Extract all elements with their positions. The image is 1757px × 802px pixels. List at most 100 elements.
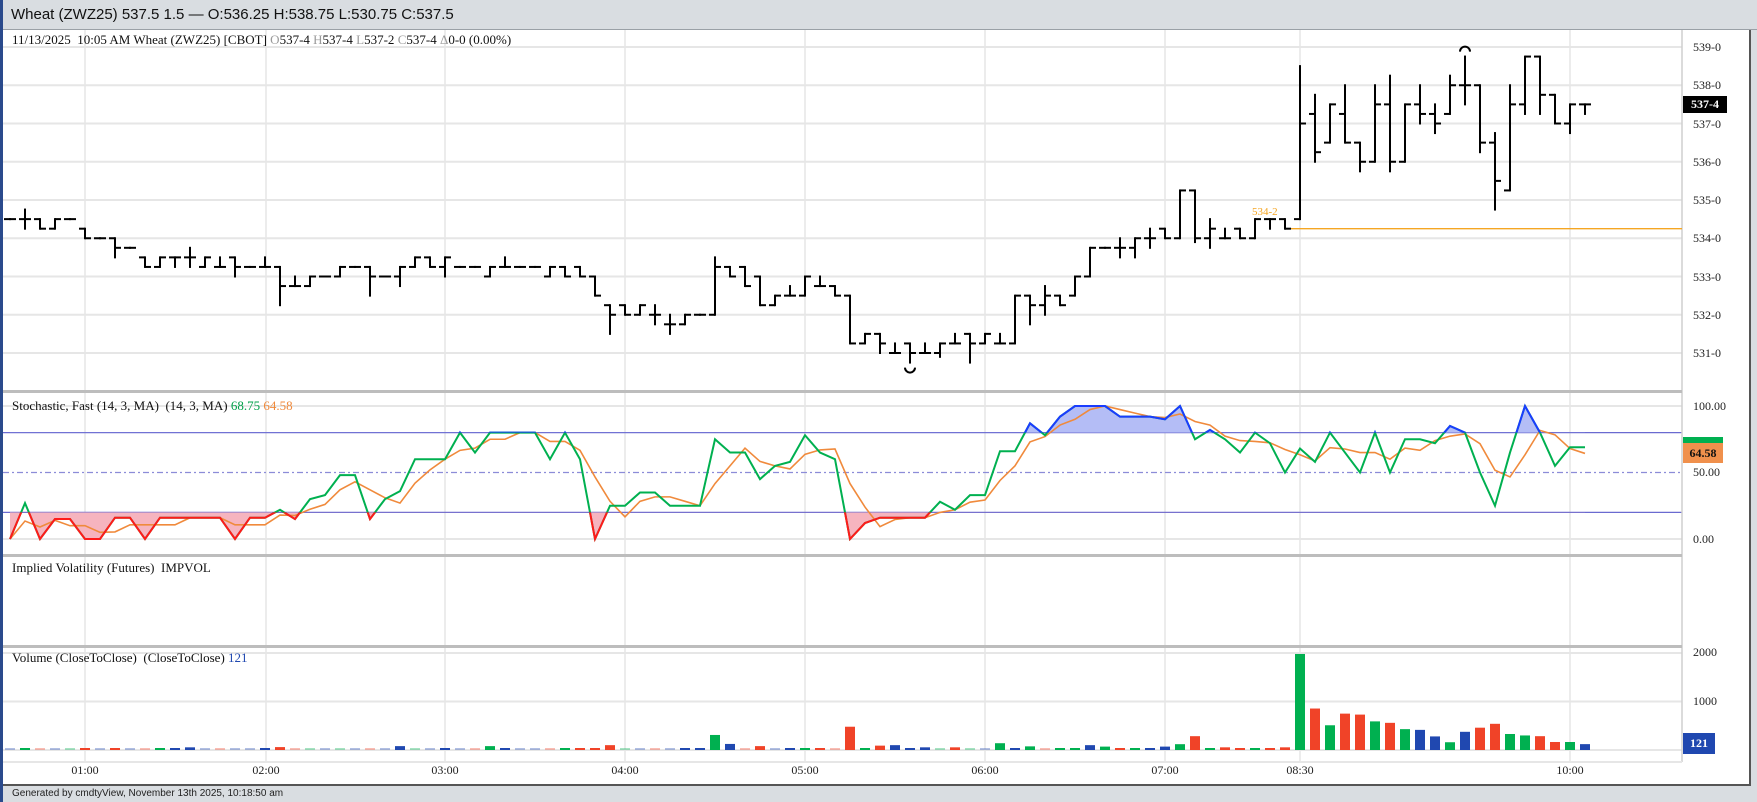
volume-value: 121 xyxy=(228,650,248,665)
volume-bar xyxy=(1475,727,1485,750)
grid-lines xyxy=(3,30,1682,762)
volume-bar xyxy=(830,748,840,750)
stochastic-legend: Stochastic, Fast (14, 3, MA) (14, 3, MA)… xyxy=(12,398,293,414)
status-bar: Generated by cmdtyView, November 13th 20… xyxy=(12,788,284,799)
ohlc-bar xyxy=(1309,93,1321,163)
volume-bar xyxy=(50,748,60,750)
volume-bar xyxy=(95,748,105,750)
ohlc-bar xyxy=(139,256,151,268)
time-axis-label: 04:00 xyxy=(611,763,639,777)
volume-bar xyxy=(1115,748,1125,750)
volume-bar xyxy=(5,748,15,750)
volume-bar xyxy=(605,745,615,750)
volume-bar xyxy=(470,748,480,750)
ohlc-bar xyxy=(1354,141,1366,173)
volume-bar xyxy=(560,748,570,750)
volume-bar xyxy=(920,747,930,750)
volume-bar xyxy=(230,748,240,750)
stoch-axis-0: 0.00 xyxy=(1693,532,1714,546)
time-axis-label: 01:00 xyxy=(71,763,99,777)
pane-separator xyxy=(3,645,1682,648)
stochastic-k-value: 68.75 xyxy=(230,398,261,413)
volume-bar xyxy=(635,748,645,750)
ohlc-bar xyxy=(844,294,856,345)
volume-bar xyxy=(1490,723,1500,750)
volume-axis-1000: 1000 xyxy=(1693,694,1717,708)
ohlc-bar xyxy=(109,237,121,259)
volume-bar xyxy=(1580,744,1590,750)
ohlc-bar xyxy=(1054,294,1066,307)
ohlc-bar xyxy=(1564,103,1576,135)
ohlc-bar xyxy=(1024,294,1036,326)
volume-legend: Volume (CloseToClose) (CloseToClose) 121 xyxy=(12,650,248,666)
ohlc-bar xyxy=(514,265,526,268)
ohlc-bar xyxy=(1399,103,1411,163)
ohlc-bar xyxy=(1174,189,1186,240)
ohlc-bar xyxy=(499,256,511,268)
ohlc-bar xyxy=(874,332,886,354)
volume-bar xyxy=(620,748,630,750)
price-axis-label: 537-0 xyxy=(1693,116,1721,131)
ohlc-bar xyxy=(49,218,61,230)
volume-bar xyxy=(1505,733,1515,750)
volume-bar xyxy=(1190,736,1200,750)
ohlc-bar xyxy=(529,265,541,268)
ohlc-bar xyxy=(274,265,286,307)
time-axis-label: 06:00 xyxy=(971,763,999,777)
volume-bar xyxy=(1250,748,1260,750)
price-legend: 11/13/2025 10:05 AM Wheat (ZWZ25) [CBOT]… xyxy=(12,32,511,48)
ohlc-bar xyxy=(829,285,841,297)
ohlc-bar xyxy=(439,256,451,278)
ohlc-bar xyxy=(34,218,46,230)
volume-bar xyxy=(1160,746,1170,750)
volume-bar xyxy=(215,748,225,750)
volume-bar xyxy=(20,748,30,750)
ohlc-bar xyxy=(949,332,961,345)
volume-bar xyxy=(1400,729,1410,750)
ohlc-bar xyxy=(454,265,466,268)
legend-time: 10:05 AM xyxy=(77,32,131,47)
price-axis-label: 534-0 xyxy=(1693,231,1721,246)
volume-bar xyxy=(800,748,810,750)
ohlc-bar xyxy=(409,256,421,268)
time-axis-label: 02:00 xyxy=(252,763,280,777)
volume-bar xyxy=(410,748,420,750)
volume-bar xyxy=(695,748,705,750)
stochastic-title: Stochastic, Fast (14, 3, MA) (14, 3, MA) xyxy=(12,398,228,413)
volume-bar xyxy=(350,748,360,750)
ohlc-bar xyxy=(1069,275,1081,297)
volume-bar xyxy=(440,748,450,750)
ohlc-bar xyxy=(319,275,331,278)
price-tag: 537-4 xyxy=(1683,96,1727,113)
ohlc-bar xyxy=(1204,218,1216,249)
ohlc-bar xyxy=(1084,246,1096,278)
ohlc-bar xyxy=(349,265,361,268)
volume-bar xyxy=(1550,741,1560,750)
volume-bar xyxy=(1340,713,1350,750)
volume-bar xyxy=(1025,746,1035,750)
volume-bar xyxy=(170,748,180,750)
legend-low-label: L xyxy=(356,32,365,47)
price-axis-label: 532-0 xyxy=(1693,307,1721,322)
ohlc-bar xyxy=(604,304,616,335)
volume-bar xyxy=(1535,736,1545,750)
price-axis-label: 536-0 xyxy=(1693,154,1721,169)
time-axis-label: 08:30 xyxy=(1286,763,1314,777)
ohlc-bar xyxy=(19,208,31,230)
ohlc-bar xyxy=(199,256,211,268)
ohlc-bar xyxy=(799,275,811,297)
volume-axis-2000: 2000 xyxy=(1693,645,1717,659)
ohlc-bar xyxy=(469,265,481,268)
volume-bar xyxy=(710,734,720,750)
price-axis-label: 535-0 xyxy=(1693,193,1721,207)
ohlc-bar xyxy=(889,342,901,354)
volume-bar xyxy=(1520,735,1530,750)
volume-bar xyxy=(545,748,555,750)
volume-bar xyxy=(905,748,915,750)
ohlc-bar xyxy=(1294,65,1306,221)
volume-bar xyxy=(680,748,690,750)
reference-line-label: 534-2 xyxy=(1252,206,1278,218)
volume-bar xyxy=(875,745,885,750)
volume-bar xyxy=(1145,748,1155,750)
volume-bar xyxy=(365,748,375,750)
